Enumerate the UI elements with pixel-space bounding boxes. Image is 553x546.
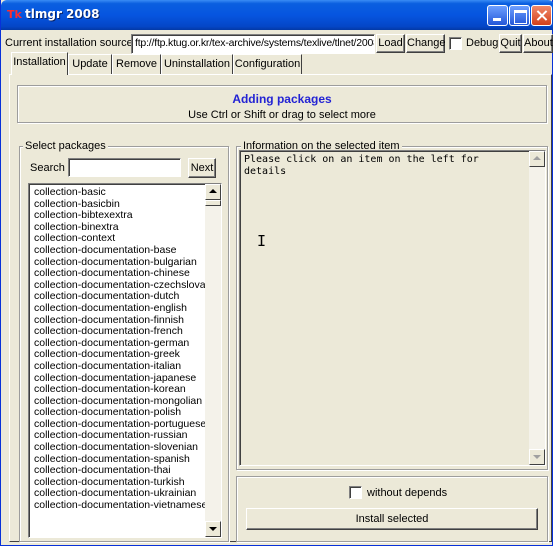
search-label: Search bbox=[30, 162, 65, 174]
tlmgr-window: Tk tlmgr 2008 Current installation sourc… bbox=[0, 0, 553, 546]
tab-configuration[interactable]: Configuration bbox=[233, 54, 302, 74]
arrow-down-icon bbox=[209, 527, 217, 531]
scroll-thumb[interactable] bbox=[205, 200, 221, 206]
select-packages-title: Select packages bbox=[23, 140, 108, 152]
list-item[interactable]: collection-documentation-french bbox=[34, 326, 211, 338]
header-subtitle: Use Ctrl or Shift or drag to select more bbox=[188, 109, 376, 121]
tab-remove[interactable]: Remove bbox=[112, 54, 161, 74]
list-item[interactable]: collection-basic bbox=[34, 186, 211, 199]
next-button[interactable]: Next bbox=[188, 158, 216, 178]
list-item[interactable]: collection-documentation-slovenian bbox=[34, 441, 211, 454]
scroll-down-button[interactable] bbox=[205, 521, 221, 537]
information-scrollbar[interactable] bbox=[529, 151, 545, 465]
close-button[interactable] bbox=[531, 5, 552, 26]
install-selected-button[interactable]: Install selected bbox=[246, 508, 538, 530]
debug-label: Debug bbox=[466, 37, 499, 49]
tk-app-icon: Tk bbox=[7, 8, 22, 21]
without-depends-label: without depends bbox=[367, 487, 448, 499]
list-item[interactable]: collection-documentation-vietnamese bbox=[34, 499, 211, 512]
arrow-up-icon bbox=[533, 156, 541, 160]
change-button[interactable]: Change bbox=[406, 34, 446, 53]
package-list-scrollbar[interactable] bbox=[205, 184, 221, 537]
search-input[interactable] bbox=[68, 158, 181, 177]
tab-update[interactable]: Update bbox=[68, 54, 112, 74]
package-list[interactable]: collection-basic collection-basicbin colle… bbox=[28, 183, 222, 538]
information-text: Please click on an item on the left for … bbox=[244, 154, 479, 177]
header-title: Adding packages bbox=[232, 92, 332, 106]
list-item[interactable]: collection-documentation-korean bbox=[34, 383, 211, 396]
window-title: tlmgr 2008 bbox=[25, 7, 100, 21]
information-text-area[interactable]: Please click on an item on the left for … bbox=[239, 150, 546, 466]
title-bar[interactable]: Tk tlmgr 2008 bbox=[1, 0, 553, 30]
minimize-button[interactable] bbox=[487, 5, 508, 26]
arrow-down-icon bbox=[533, 455, 541, 459]
debug-checkbox[interactable] bbox=[449, 37, 462, 50]
load-button[interactable]: Load bbox=[376, 34, 405, 53]
maximize-button[interactable] bbox=[509, 5, 530, 26]
arrow-up-icon bbox=[209, 189, 217, 193]
package-list-items: collection-basic collection-basicbin colle… bbox=[34, 186, 211, 512]
without-depends-checkbox[interactable] bbox=[349, 486, 362, 499]
list-item[interactable]: collection-documentation-chinese bbox=[34, 268, 211, 280]
installation-source-label: Current installation source: bbox=[5, 37, 136, 49]
list-item[interactable]: collection-documentation-english bbox=[34, 302, 211, 315]
info-scroll-down-button[interactable] bbox=[529, 449, 545, 465]
quit-button[interactable]: Quit bbox=[499, 34, 522, 53]
tab-uninstallation[interactable]: Uninstallation bbox=[161, 54, 233, 74]
info-scroll-up-button[interactable] bbox=[529, 151, 545, 167]
list-item[interactable]: collection-documentation-italian bbox=[34, 360, 211, 373]
adding-packages-header: Adding packages Use Ctrl or Shift or dra… bbox=[17, 85, 547, 123]
installation-source-field[interactable]: ftp://ftp.ktug.or.kr/tex-archive/systems… bbox=[131, 34, 375, 54]
list-item[interactable]: collection-documentation-base bbox=[34, 244, 211, 257]
tab-installation[interactable]: Installation bbox=[11, 52, 68, 75]
scroll-up-button[interactable] bbox=[205, 184, 221, 200]
about-button[interactable]: About bbox=[523, 34, 553, 53]
text-cursor-icon: I bbox=[257, 232, 267, 250]
